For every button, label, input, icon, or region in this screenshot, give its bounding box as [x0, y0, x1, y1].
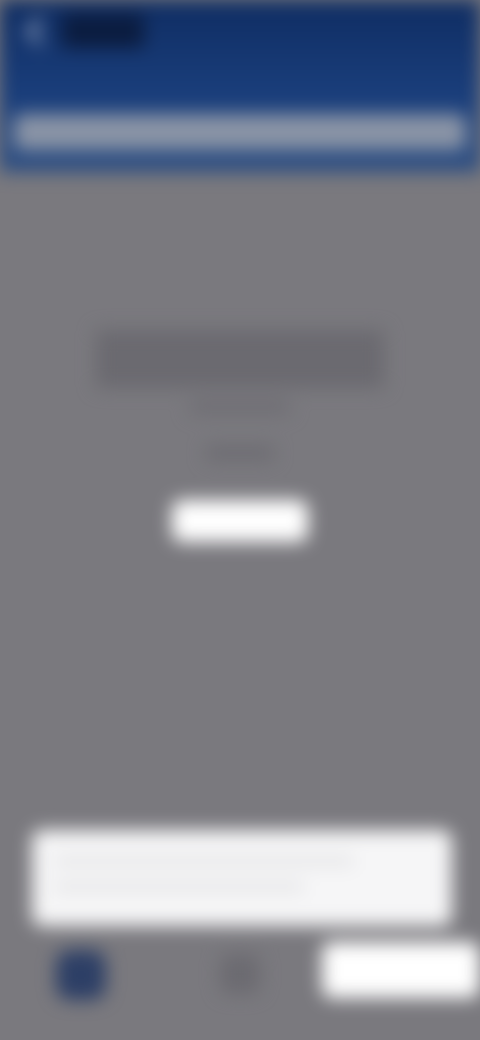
- avatar-icon[interactable]: [56, 950, 106, 1000]
- prompt-card: [32, 830, 452, 926]
- blurred-screen: [0, 0, 480, 1040]
- prompt-text-2: [54, 882, 304, 892]
- page-text-line: [190, 400, 290, 414]
- header-brand[interactable]: [25, 14, 144, 48]
- search-input[interactable]: [14, 114, 466, 150]
- bottom-row: [0, 934, 480, 1014]
- page-text-line-2: [206, 446, 274, 460]
- primary-button[interactable]: [172, 500, 308, 542]
- back-arrow-icon[interactable]: [25, 16, 55, 46]
- app-icon[interactable]: [220, 954, 260, 994]
- page-heading: [96, 330, 384, 388]
- app-header: [0, 0, 480, 172]
- header-subtitle: [180, 78, 300, 90]
- action-button[interactable]: [322, 942, 480, 998]
- prompt-text: [54, 856, 354, 866]
- logo: [62, 14, 144, 48]
